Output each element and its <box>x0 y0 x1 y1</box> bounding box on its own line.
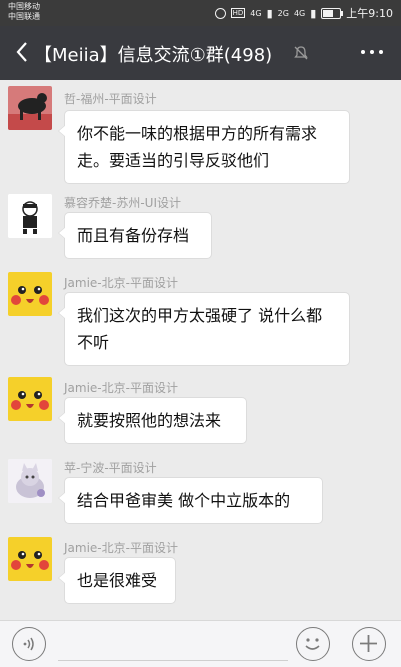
chat-title: 【Meiia】信息交流①群(498) <box>34 45 273 66</box>
chat-message-list[interactable]: 哲-福州-平面设计 你不能一味的根据甲方的所有需求 走。要适当的引导反驳他们 慕… <box>0 80 401 620</box>
message-bubble[interactable]: 结合甲爸审美 做个中立版本的 <box>58 477 323 524</box>
message-bubble[interactable]: 你不能一味的根据甲方的所有需求 走。要适当的引导反驳他们 <box>58 110 350 184</box>
more-options-button[interactable] <box>361 50 383 54</box>
dark-figure-avatar <box>8 86 52 130</box>
pikachu-avatar <box>8 537 52 581</box>
message-line: 我们这次的甲方太强硬了 说什么都 <box>77 306 323 325</box>
network-4g-label-2: 4G <box>293 8 306 18</box>
sender-name: Jamie-北京-平面设计 <box>64 381 178 395</box>
network-2g-label: 2G <box>277 8 289 18</box>
pikachu-avatar <box>8 377 52 421</box>
sender-name: 哲-福州-平面设计 <box>64 92 157 106</box>
message-line: 而且有备份存档 <box>77 226 190 245</box>
message-bubble[interactable]: 而且有备份存档 <box>58 212 212 259</box>
sender-name: 慕容乔楚-苏州-UI设计 <box>64 196 181 210</box>
cartoon-figure-avatar <box>8 194 52 238</box>
message-line: 就要按照他的想法来 <box>77 411 222 430</box>
message-bubble[interactable]: 也是很难受 <box>58 557 176 604</box>
avatar[interactable] <box>8 377 52 421</box>
carrier-2: 中国联通 <box>8 12 40 21</box>
emoji-button[interactable] <box>296 627 330 661</box>
message-bubble[interactable]: 我们这次的甲方太强硬了 说什么都 不听 <box>58 292 350 366</box>
sender-name: Jamie-北京-平面设计 <box>64 541 178 555</box>
status-time: 上午9:10 <box>346 7 393 20</box>
avatar[interactable] <box>8 537 52 581</box>
message-input[interactable] <box>58 628 288 661</box>
avatar[interactable] <box>8 86 52 130</box>
plus-icon <box>360 635 377 652</box>
voice-button[interactable] <box>12 627 46 661</box>
chevron-left-icon <box>16 42 27 62</box>
signal-icon: ▮ <box>266 6 273 20</box>
input-bar <box>0 620 401 667</box>
message-line: 走。要适当的引导反驳他们 <box>77 151 270 170</box>
avatar[interactable] <box>8 272 52 316</box>
avatar[interactable] <box>8 459 52 503</box>
network-4g-label: 4G <box>250 8 262 18</box>
message-bubble[interactable]: 就要按照他的想法来 <box>58 397 247 444</box>
chat-header: 【Meiia】信息交流①群(498) <box>0 26 401 80</box>
message-line: 也是很难受 <box>77 571 158 590</box>
hd-icon: HD <box>230 8 246 18</box>
more-dot <box>379 50 383 54</box>
status-icons: HD 4G ▮ 2G 4G ▮ 上午9:10 <box>214 5 393 21</box>
alarm-icon <box>214 7 226 19</box>
message-line: 结合甲爸审美 做个中立版本的 <box>77 491 291 510</box>
back-button[interactable] <box>10 40 34 64</box>
more-functions-button[interactable] <box>352 627 386 661</box>
avatar[interactable] <box>8 194 52 238</box>
battery-icon <box>321 7 344 19</box>
carrier-info: 中国移动 中国联通 <box>8 2 40 22</box>
carrier-1: 中国移动 <box>8 2 40 11</box>
pikachu-avatar <box>8 272 52 316</box>
cat-avatar <box>8 459 52 503</box>
more-dot <box>361 50 365 54</box>
more-dot <box>370 50 374 54</box>
voice-icon <box>23 637 34 651</box>
signal-icon-2: ▮ <box>310 6 317 20</box>
sender-name: 苹-宁波-平面设计 <box>64 461 157 475</box>
sender-name: Jamie-北京-平面设计 <box>64 276 178 290</box>
message-line: 你不能一味的根据甲方的所有需求 <box>77 124 318 143</box>
emoji-icon <box>305 638 320 650</box>
status-bar: 中国移动 中国联通 HD 4G ▮ 2G 4G ▮ 上午9:10 <box>0 0 401 26</box>
message-line: 不听 <box>77 333 110 352</box>
bell-muted-icon <box>294 46 308 60</box>
